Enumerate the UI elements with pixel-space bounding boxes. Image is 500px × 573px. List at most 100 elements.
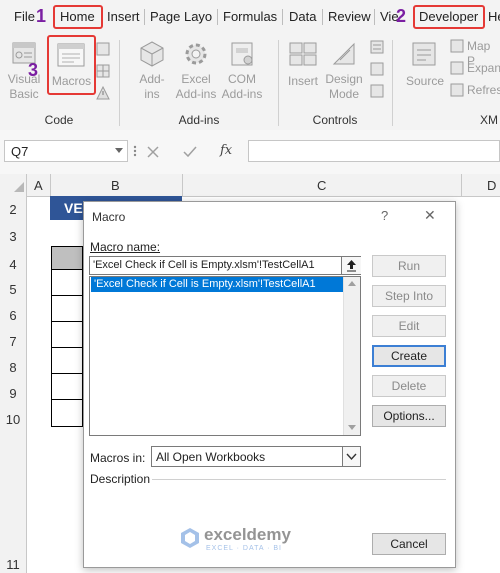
row-header-2[interactable]: 2 bbox=[0, 202, 26, 217]
row-header-6[interactable]: 6 bbox=[0, 308, 26, 323]
excel-add-ins-button[interactable]: Excel Add-ins bbox=[172, 72, 220, 102]
tab-help[interactable]: He bbox=[488, 9, 500, 24]
step-into-button[interactable]: Step Into bbox=[372, 285, 446, 307]
edit-button[interactable]: Edit bbox=[372, 315, 446, 337]
com-add-ins-button[interactable]: COM Add-ins bbox=[218, 72, 266, 102]
macro-dialog: Macro ? ✕ Macro name: 'Excel Check if Ce… bbox=[83, 201, 456, 568]
row-header-9[interactable]: 9 bbox=[0, 386, 26, 401]
table-header-cell[interactable] bbox=[51, 246, 83, 270]
description-label: Description bbox=[90, 472, 151, 486]
properties-icon[interactable] bbox=[370, 40, 384, 54]
column-header-a[interactable]: A bbox=[34, 178, 43, 193]
column-header-b[interactable]: B bbox=[111, 178, 120, 193]
exceldemy-logo-icon bbox=[181, 528, 199, 548]
tab-separator bbox=[217, 9, 218, 25]
row-header-5[interactable]: 5 bbox=[0, 282, 26, 297]
macro-security-icon[interactable] bbox=[96, 86, 110, 100]
tab-developer[interactable]: Developer bbox=[419, 9, 478, 24]
tab-home[interactable]: Home bbox=[60, 9, 95, 24]
row-header-4[interactable]: 4 bbox=[0, 257, 26, 272]
step-number-1: 1 bbox=[36, 6, 47, 26]
tab-separator bbox=[144, 9, 145, 25]
tab-insert[interactable]: Insert bbox=[107, 9, 140, 24]
macros-button[interactable]: Macros bbox=[47, 74, 96, 89]
record-macro-icon[interactable] bbox=[96, 42, 110, 56]
title-banner-text: VE bbox=[64, 200, 83, 216]
scroll-up-icon[interactable] bbox=[347, 280, 357, 288]
controls-group-label: Controls bbox=[312, 113, 358, 127]
close-button[interactable]: ✕ bbox=[424, 207, 436, 224]
formula-bar-grip-icon bbox=[133, 145, 137, 157]
upload-arrow-icon bbox=[347, 260, 356, 272]
expansion-packs-button[interactable]: Expan bbox=[467, 61, 500, 76]
name-box[interactable]: Q7 bbox=[4, 140, 128, 162]
column-header-d[interactable]: D bbox=[487, 178, 496, 193]
insert-control-icon bbox=[289, 42, 317, 66]
confirm-entry-icon[interactable] bbox=[182, 145, 198, 159]
column-divider bbox=[26, 174, 27, 196]
refresh-data-icon bbox=[450, 83, 464, 97]
watermark-name: exceldemy bbox=[204, 525, 291, 544]
row-header-10[interactable]: 10 bbox=[0, 412, 26, 427]
view-code-icon[interactable] bbox=[370, 62, 384, 76]
map-properties-icon bbox=[450, 39, 464, 53]
relative-references-icon[interactable] bbox=[96, 64, 110, 78]
ribbon-tab-bar: File 1 Home Insert Page Layo Formulas Da… bbox=[0, 0, 500, 34]
tab-separator bbox=[322, 9, 323, 25]
macro-name-value: 'Excel Check if Cell is Empty.xlsm'!Test… bbox=[93, 259, 315, 271]
list-scrollbar[interactable] bbox=[343, 277, 360, 435]
watermark-tagline: EXCEL · DATA · BI bbox=[206, 545, 282, 552]
macro-name-input[interactable]: 'Excel Check if Cell is Empty.xlsm'!Test… bbox=[89, 256, 361, 275]
collapse-dialog-button[interactable] bbox=[341, 257, 361, 274]
formula-input[interactable] bbox=[248, 140, 500, 162]
design-mode-icon bbox=[332, 42, 355, 65]
scroll-down-icon[interactable] bbox=[347, 424, 357, 432]
source-icon bbox=[412, 42, 436, 66]
table-row-line bbox=[52, 295, 84, 296]
design-mode-button[interactable]: Design Mode bbox=[322, 72, 366, 102]
cancel-entry-icon[interactable] bbox=[146, 145, 160, 159]
column-divider bbox=[182, 174, 183, 196]
xml-group-label: XM bbox=[480, 113, 498, 127]
tab-review[interactable]: Review bbox=[328, 9, 371, 24]
excel-add-ins-icon bbox=[185, 43, 207, 65]
tab-page-layout[interactable]: Page Layo bbox=[150, 9, 212, 24]
table-row-line bbox=[52, 347, 84, 348]
com-add-ins-icon bbox=[231, 42, 253, 66]
code-group-label: Code bbox=[44, 113, 74, 127]
add-ins-button[interactable]: Add- ins bbox=[132, 72, 172, 102]
insert-control-button[interactable]: Insert bbox=[284, 74, 322, 89]
macro-list[interactable]: 'Excel Check if Cell is Empty.xlsm'!Test… bbox=[89, 276, 361, 436]
help-button[interactable]: ? bbox=[381, 208, 388, 223]
tab-formulas[interactable]: Formulas bbox=[223, 9, 277, 24]
source-button[interactable]: Source bbox=[404, 74, 446, 89]
run-dialog-icon[interactable] bbox=[370, 84, 384, 98]
delete-button[interactable]: Delete bbox=[372, 375, 446, 397]
row-header-11[interactable]: 11 bbox=[0, 557, 26, 572]
row-header-3[interactable]: 3 bbox=[0, 229, 26, 244]
refresh-data-button[interactable]: Refres bbox=[467, 83, 500, 98]
column-header-c[interactable]: C bbox=[317, 178, 326, 193]
macros-in-value: All Open Workbooks bbox=[156, 450, 266, 464]
tab-file[interactable]: File bbox=[14, 9, 35, 24]
run-button[interactable]: Run bbox=[372, 255, 446, 277]
table-row-line bbox=[52, 373, 84, 374]
table-row-line bbox=[52, 321, 84, 322]
macros-icon bbox=[57, 43, 85, 67]
macros-in-dropdown[interactable] bbox=[342, 447, 360, 466]
options-button[interactable]: Options... bbox=[372, 405, 446, 427]
macros-in-select[interactable]: All Open Workbooks bbox=[151, 446, 361, 467]
create-button[interactable]: Create bbox=[372, 345, 446, 367]
column-headers: A B C D bbox=[0, 174, 500, 197]
row-header-7[interactable]: 7 bbox=[0, 334, 26, 349]
list-item[interactable]: 'Excel Check if Cell is Empty.xlsm'!Test… bbox=[91, 277, 344, 292]
name-box-dropdown-icon[interactable] bbox=[114, 147, 124, 155]
tab-data[interactable]: Data bbox=[289, 9, 316, 24]
cancel-button[interactable]: Cancel bbox=[372, 533, 446, 555]
row-header-8[interactable]: 8 bbox=[0, 360, 26, 375]
insert-function-icon[interactable]: fx bbox=[220, 143, 232, 158]
table-body-cells[interactable] bbox=[51, 270, 84, 427]
select-all-icon[interactable] bbox=[14, 182, 24, 192]
description-divider bbox=[152, 479, 446, 480]
exceldemy-watermark: exceldemy EXCEL · DATA · BI bbox=[180, 525, 330, 555]
